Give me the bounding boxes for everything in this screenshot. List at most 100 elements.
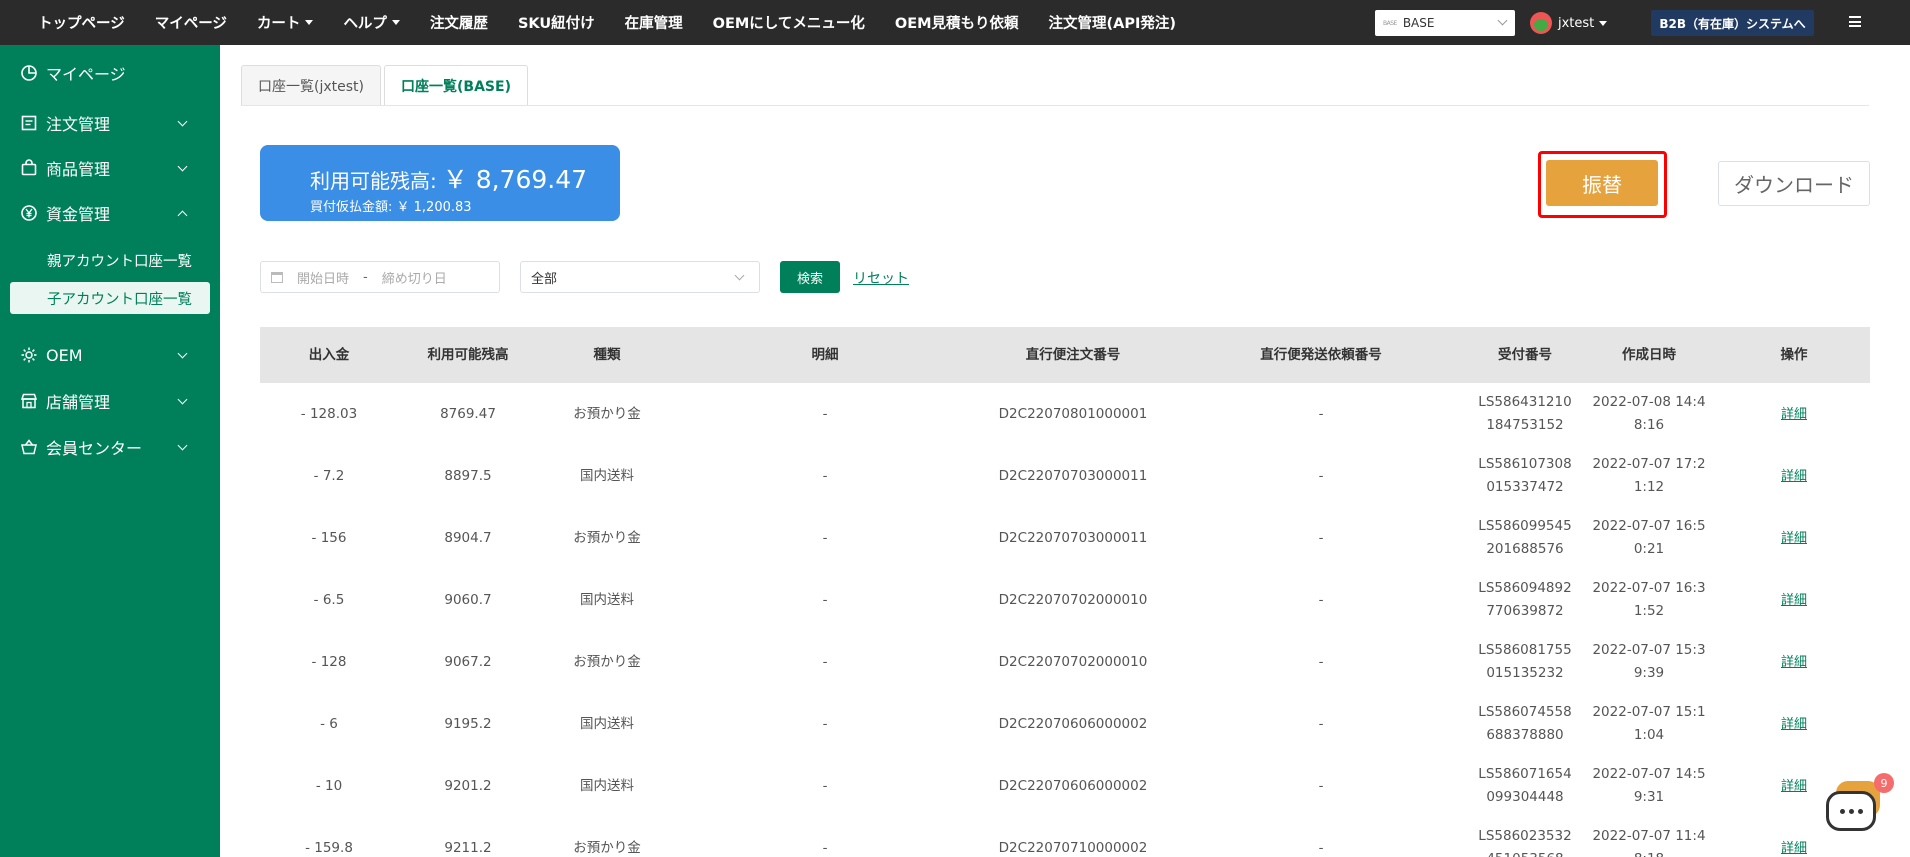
hamburger-menu-icon[interactable] [1849,16,1861,27]
avatar [1530,12,1552,34]
table-cell: D2C22070606000002 [998,777,1148,794]
nav-item[interactable]: OEMにしてメニュー化 [713,12,865,33]
sidebar-item-stores[interactable]: 店舗管理 [0,386,220,416]
chevron-down-icon [734,270,745,281]
caret-down-icon [305,20,314,25]
user-menu[interactable]: jxtest [1530,12,1608,34]
nav-item[interactable]: 注文履歴 [430,12,488,33]
column-header: 受付番号 [1498,346,1552,363]
table-cell: - [1318,777,1324,794]
yen-icon [20,204,38,222]
table-cell: D2C22070703000011 [998,529,1148,546]
kind-select[interactable]: 全部 [520,261,760,293]
nav-item[interactable]: カート [257,12,314,33]
column-header: 利用可能残高 [427,346,509,363]
column-header: 操作 [1780,346,1808,363]
table-cell: LS586071654099304448 [1478,766,1572,805]
table-cell: 9201.2 [444,777,492,794]
store-icon [20,392,38,410]
detail-link[interactable]: 詳細 [1781,593,1807,608]
table-row: - 128 9067.2 お預かり金 - D2C22070702000010 - LS586… [260,631,1870,693]
date-range-picker[interactable]: 開始日時 - 締め切り日 [260,261,500,293]
balance-amount: ￥ 8,769.47 [442,165,588,194]
sidebar-item-label: OEM [46,345,83,365]
table-cell: - [1318,591,1324,608]
shop-select[interactable]: BASE BASE [1375,10,1515,36]
table-cell: 9195.2 [444,715,492,732]
sidebar-subitem-child-accounts[interactable]: 子アカウント口座一覧 [10,282,210,314]
caret-down-icon [1599,20,1608,26]
b2b-system-button[interactable]: B2B（有在庫）システムへ [1651,10,1814,36]
table-cell: お預かり金 [573,405,641,422]
balance-label: 利用可能残高: [310,169,437,193]
table-header: 出入金 利用可能残高 種類 明細 直行便注文番号 直行便発送依頼番号 受付番号 作成日時 操作 [260,327,1870,383]
table-cell: 2022-07-07 15:11:04 [1592,704,1706,743]
detail-link[interactable]: 詳細 [1781,717,1807,732]
table-body: - 128.03 8769.47 お預かり金 - D2C22070801000001 - L… [260,383,1870,857]
table-cell: - [1318,529,1324,546]
nav-item[interactable]: ヘルプ [343,12,400,33]
table-cell: お預かり金 [573,529,641,546]
table-cell: 2022-07-07 14:59:31 [1592,766,1706,805]
table-row: - 159.8 9211.2 お預かり金 - D2C22070710000002 - LS5… [260,817,1870,857]
shop-logo: BASE [1383,19,1397,27]
search-button[interactable]: 検索 [780,261,840,293]
detail-link[interactable]: 詳細 [1781,655,1807,670]
sidebar-item-oem[interactable]: OEM [0,340,220,370]
table-cell: LS586023532451053568 [1478,828,1572,857]
chat-widget[interactable]: 9 [1826,773,1894,835]
table-cell: LS586081755015135232 [1478,642,1572,681]
detail-link[interactable]: 詳細 [1781,531,1807,546]
table-cell: 9060.7 [444,591,492,608]
date-separator: - [363,269,368,285]
sidebar-item-label: 会員センター [46,439,143,458]
table-row: - 10 9201.2 国内送料 - D2C22070606000002 - LS58607… [260,755,1870,817]
table-cell: - [822,715,828,732]
table-cell: D2C22070702000010 [998,591,1148,608]
end-date-input[interactable]: 締め切り日 [382,268,447,287]
detail-link[interactable]: 詳細 [1781,841,1807,856]
basket-icon [20,438,38,456]
sidebar-item-orders[interactable]: 注文管理 [0,108,220,138]
detail-link[interactable]: 詳細 [1781,779,1807,794]
sidebar-item-mypage[interactable]: マイページ [0,58,220,88]
transfer-button[interactable]: 振替 [1546,160,1658,206]
detail-link[interactable]: 詳細 [1781,407,1807,422]
table-cell: 8897.5 [444,467,492,484]
sidebar-item-funds[interactable]: 資金管理 [0,198,220,228]
detail-link[interactable]: 詳細 [1781,469,1807,484]
table-cell: LS586431210184753152 [1478,394,1572,433]
download-button[interactable]: ダウンロード [1718,161,1870,206]
table-cell: 2022-07-07 15:39:39 [1592,642,1706,681]
table-cell: 国内送料 [580,777,634,794]
nav-item-label: カート [256,16,301,32]
nav-item[interactable]: SKU紐付け [518,12,595,33]
table-cell: 国内送料 [580,467,634,484]
nav-item-label: ヘルプ [343,16,387,32]
sidebar-subitem-parent-accounts[interactable]: 親アカウント口座一覧 [10,244,210,276]
chevron-up-icon [177,210,188,221]
table-cell: - 128 [311,653,347,670]
bag-icon [20,159,38,177]
table-cell: 詳細 [1718,837,1870,857]
table-cell: - [1318,405,1324,422]
nav-item[interactable]: OEM見積もり依頼 [895,12,1019,33]
nav-item[interactable]: 在庫管理 [625,12,683,33]
sidebar-item-products[interactable]: 商品管理 [0,153,220,183]
table-cell: - 6 [320,715,338,732]
table-cell: - [822,653,828,670]
table-cell: 詳細 [1718,651,1870,674]
nav-item[interactable]: 注文管理(API発注) [1049,12,1177,33]
reset-link[interactable]: リセット [853,268,909,288]
start-date-input[interactable]: 開始日時 [297,268,349,287]
nav-item[interactable]: マイページ [155,12,227,33]
nav-item[interactable]: トップページ [38,12,125,33]
column-header: 直行便注文番号 [1025,346,1121,363]
table-cell: 詳細 [1718,713,1870,736]
tab-account-base[interactable]: 口座一覧(BASE) [384,65,528,106]
tab-account-jxtest[interactable]: 口座一覧(jxtest) [241,65,381,105]
table-cell: - [1318,839,1324,856]
table-cell: D2C22070702000010 [998,653,1148,670]
top-nav: トップページ マイページ カート ヘルプ 注文履歴 SKU紐付け 在庫管理 OEMにしてメニュ… [0,0,1910,45]
sidebar-item-member-center[interactable]: 会員センター [0,432,220,462]
